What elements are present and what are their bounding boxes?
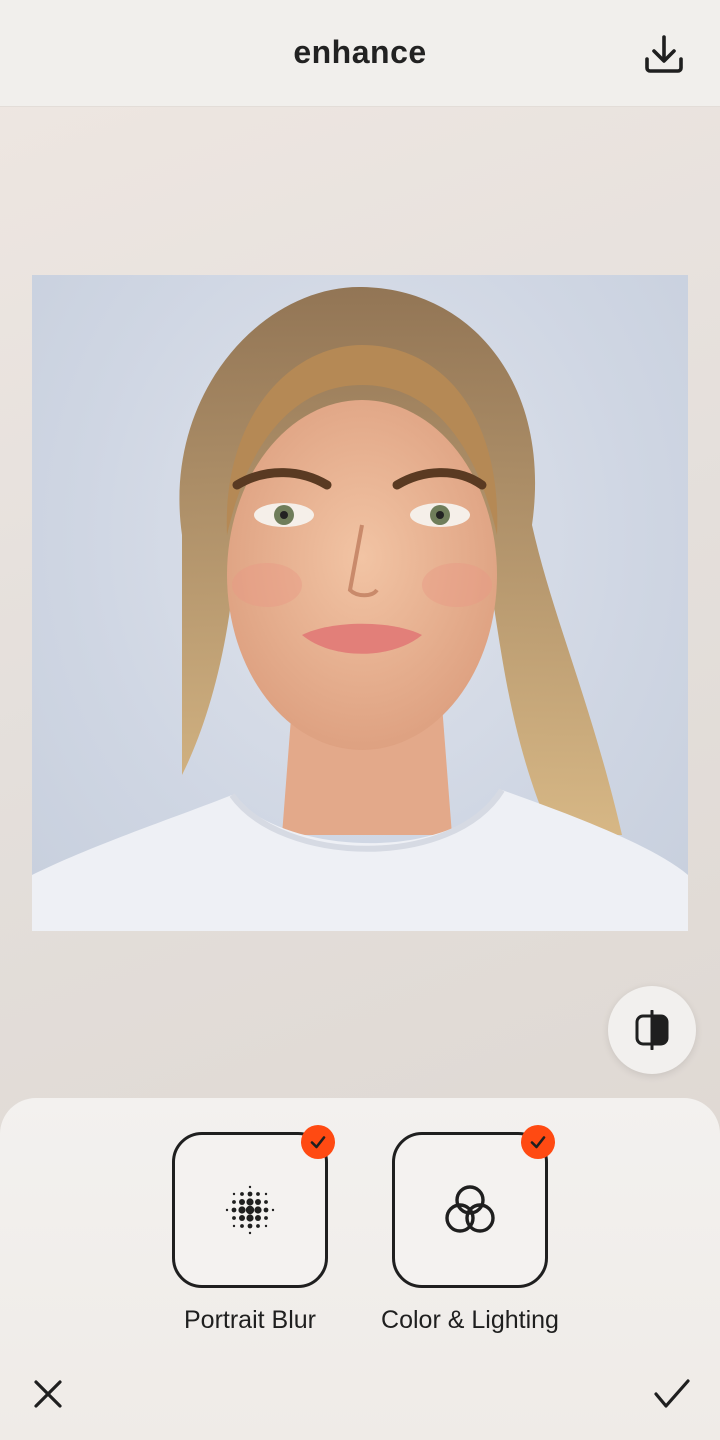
confirm-button[interactable] bbox=[648, 1370, 696, 1418]
close-icon bbox=[34, 1380, 62, 1408]
checkmark-icon bbox=[310, 1136, 326, 1149]
portrait-illustration bbox=[32, 286, 688, 931]
portrait-photo bbox=[32, 275, 688, 931]
interlocking-circles-icon bbox=[445, 1185, 495, 1233]
selected-check-badge bbox=[521, 1125, 555, 1159]
tools-panel bbox=[0, 1098, 720, 1440]
tool-color-lighting[interactable] bbox=[392, 1132, 548, 1288]
download-button[interactable] bbox=[638, 28, 690, 80]
checkmark-icon bbox=[530, 1136, 546, 1149]
tool-label-portrait-blur: Portrait Blur bbox=[184, 1306, 316, 1334]
download-icon bbox=[645, 35, 683, 73]
compare-split-icon bbox=[635, 1010, 669, 1050]
tool-label-color-lighting: Color & Lighting bbox=[381, 1306, 559, 1334]
tool-portrait-blur[interactable] bbox=[172, 1132, 328, 1288]
compare-button[interactable] bbox=[608, 986, 696, 1074]
checkmark-icon bbox=[654, 1379, 690, 1408]
halftone-dots-icon bbox=[225, 1185, 275, 1235]
cancel-button[interactable] bbox=[24, 1370, 72, 1418]
page-title: enhance bbox=[293, 33, 427, 70]
selected-check-badge bbox=[301, 1125, 335, 1159]
